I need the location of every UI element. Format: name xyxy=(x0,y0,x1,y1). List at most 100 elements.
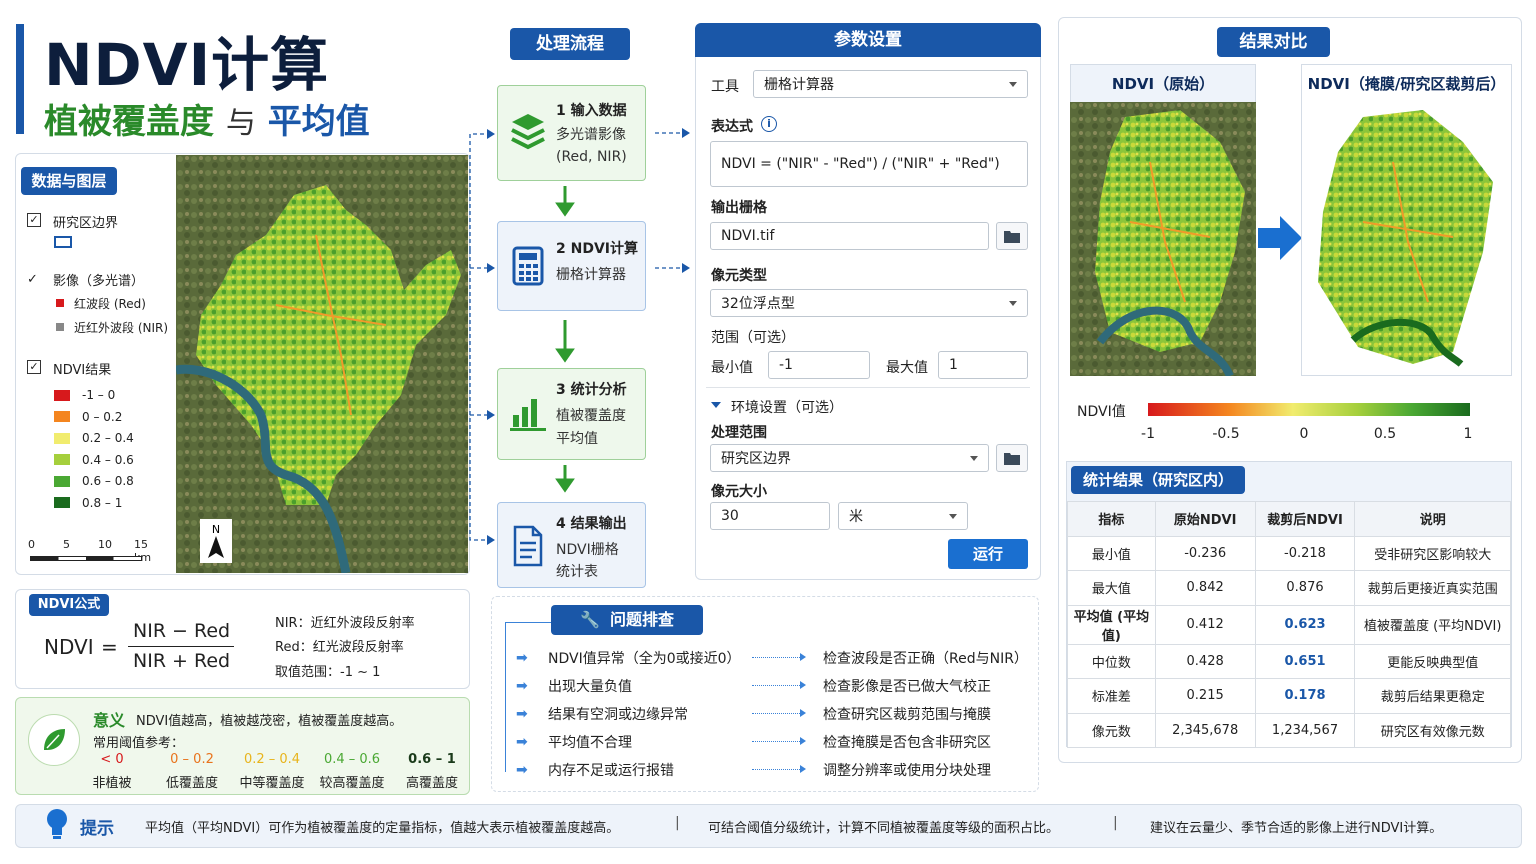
table-cell: 研究区有效像元数 xyxy=(1354,712,1511,748)
legend-label: 0 – 0.2 xyxy=(82,409,123,424)
level-name: 中等覆盖度 xyxy=(239,776,305,791)
ndvi-masked-map xyxy=(1318,110,1493,367)
expr-label: 表达式 xyxy=(711,119,753,135)
trouble-tag: 🔧 问题排查 xyxy=(551,605,703,635)
table-cell: 0.215 xyxy=(1154,678,1256,714)
min-input[interactable]: -1 xyxy=(768,351,870,379)
expr-input[interactable]: NDVI = ("NIR" - "Red") / ("NIR" + "Red") xyxy=(710,141,1028,187)
level-range: 0.2 – 0.4 xyxy=(243,752,301,767)
formula-tag: NDVI公式 xyxy=(29,594,109,616)
cell-label: 像元大小 xyxy=(711,484,767,500)
table-cell: 像元数 xyxy=(1067,712,1156,748)
title-accent-bar xyxy=(16,24,24,134)
flow-tag: 处理流程 xyxy=(510,28,630,60)
layer-ndvi-label: NDVI结果 xyxy=(53,363,112,378)
stats-table: 指标 原始NDVI 裁剪后NDVI 说明 最小值 -0.236 -0.218 受非研究区影响… xyxy=(1067,501,1511,748)
table-cell: 0.623 xyxy=(1254,604,1356,645)
level-name: 较高覆盖度 xyxy=(319,776,385,791)
ndvi-colorbar xyxy=(1148,403,1470,416)
formula-range: 取值范围：-1 ~ 1 xyxy=(275,665,381,680)
run-button[interactable]: 运行 xyxy=(948,539,1028,569)
table-row: 最大值 0.842 0.876 裁剪后更接近真实范围 xyxy=(1067,570,1511,606)
legend-item: 0.8 – 1 xyxy=(54,496,122,510)
compare-left-title: NDVI（原始） xyxy=(1111,75,1215,93)
tip-text-3: 建议在云量少、季节合适的影像上进行NDVI计算。 xyxy=(1150,821,1443,836)
table-row: 标准差 0.215 0.178 裁剪后结果更稳定 xyxy=(1067,678,1511,714)
meaning-title: 意义 xyxy=(93,711,126,730)
min-label: 最小值 xyxy=(711,360,753,376)
cell-input[interactable]: 30 xyxy=(710,502,830,530)
meaning-text: NDVI值越高，植被越茂密，植被覆盖度越高。 xyxy=(136,714,403,729)
max-input[interactable]: 1 xyxy=(938,351,1028,379)
trouble-issue-text: 结果有空洞或边缘异常 xyxy=(548,707,688,723)
proc-select[interactable]: 研究区边界 xyxy=(710,444,989,472)
dotted-arrow xyxy=(752,765,806,773)
trouble-issue[interactable]: ➡ 平均值不合理 xyxy=(516,732,632,752)
tool-label: 工具 xyxy=(711,79,739,95)
legend-swatch xyxy=(54,454,70,465)
formula-nir-def: NIR：近红外波段反射率 xyxy=(275,616,415,631)
tool-select[interactable]: 栅格计算器 xyxy=(753,70,1028,98)
scale-10: 10 xyxy=(98,538,112,551)
page-subtitle: 植被覆盖度 与 平均值 xyxy=(44,94,370,143)
legend-swatch xyxy=(54,497,70,508)
arrow-right-icon: ➡ xyxy=(516,678,528,694)
trouble-issue-text: NDVI值异常（全为0或接近0） xyxy=(548,651,741,667)
legend-swatch xyxy=(54,389,70,401)
legend-item: 0.4 – 0.6 xyxy=(54,453,134,467)
trouble-issue[interactable]: ➡ 出现大量负值 xyxy=(516,676,632,696)
folder-icon xyxy=(1004,452,1020,465)
trouble-fix: 调整分辨率或使用分块处理 xyxy=(823,763,991,779)
trouble-tag-label: 问题排查 xyxy=(609,610,674,629)
chevron-down-icon[interactable] xyxy=(711,402,721,408)
layer-boundary-label: 研究区边界 xyxy=(53,216,119,231)
proc-folder-button[interactable] xyxy=(996,444,1028,472)
table-cell: 1,234,567 xyxy=(1254,712,1356,748)
meaning-ref: 常用阈值参考： xyxy=(93,736,185,751)
tip-text-2: 可结合阈值分级统计，计算不同植被覆盖度等级的面积占比。 xyxy=(708,821,1060,836)
table-cell: 植被覆盖度 (平均NDVI) xyxy=(1354,604,1511,645)
trouble-issue[interactable]: ➡ 结果有空洞或边缘异常 xyxy=(516,704,688,724)
max-label: 最大值 xyxy=(886,360,928,376)
scale-5: 5 xyxy=(63,538,70,551)
table-cell: -0.218 xyxy=(1254,535,1356,571)
legend-label: 0.4 – 0.6 xyxy=(82,452,134,467)
formula-red-def: Red：红光波段反射率 xyxy=(275,640,404,655)
level-range: 0 – 0.2 xyxy=(170,752,214,767)
trouble-fix: 检查掩膜是否包含非研究区 xyxy=(823,735,991,751)
step-1-title: 1 输入数据 xyxy=(556,103,627,119)
out-input[interactable]: NDVI.tif xyxy=(710,222,989,250)
proc-label: 处理范围 xyxy=(711,425,767,441)
colorbar-tick: 0.5 xyxy=(1373,426,1397,442)
table-cell: 受非研究区影响较大 xyxy=(1354,535,1511,571)
stats-header: 裁剪后NDVI xyxy=(1254,501,1356,537)
layer-image-toggle[interactable]: ✓ xyxy=(27,272,38,287)
env-label[interactable]: 环境设置（可选） xyxy=(731,397,843,417)
table-cell: 平均值 (平均值) xyxy=(1067,604,1156,645)
legend-label: 0.2 – 0.4 xyxy=(82,431,134,445)
legend-label: 0.6 – 0.8 xyxy=(82,474,134,488)
level-name: 低覆盖度 xyxy=(165,776,218,791)
stats-header: 说明 xyxy=(1354,501,1511,537)
legend-item: 0 – 0.2 xyxy=(54,410,122,424)
fraction-line xyxy=(128,646,234,647)
info-icon[interactable]: i xyxy=(761,116,777,132)
trouble-fix: 检查研究区裁剪范围与掩膜 xyxy=(823,707,991,723)
trouble-issue[interactable]: ➡ NDVI值异常（全为0或接近0） xyxy=(516,648,741,668)
folder-icon xyxy=(1004,230,1020,243)
formula-lhs: NDVI xyxy=(44,635,94,659)
trouble-issue-text: 平均值不合理 xyxy=(548,735,632,751)
layer-ndvi-checkbox[interactable]: ✓ xyxy=(27,360,41,374)
out-label: 输出栅格 xyxy=(711,200,767,216)
legend-item: 0.6 – 0.8 xyxy=(54,474,134,488)
table-cell: 标准差 xyxy=(1067,678,1156,714)
table-cell: 最大值 xyxy=(1067,570,1156,606)
layer-boundary-checkbox[interactable]: ✓ xyxy=(27,213,41,227)
table-cell: 0.876 xyxy=(1254,570,1356,606)
trouble-issue[interactable]: ➡ 内存不足或运行报错 xyxy=(516,760,674,780)
subtitle-b: 平均值 xyxy=(267,102,370,142)
level-name: 非植被 xyxy=(92,776,132,791)
pix-select[interactable]: 32位浮点型 xyxy=(710,289,1028,317)
unit-select[interactable]: 米 xyxy=(838,502,968,530)
out-folder-button[interactable] xyxy=(996,222,1028,250)
